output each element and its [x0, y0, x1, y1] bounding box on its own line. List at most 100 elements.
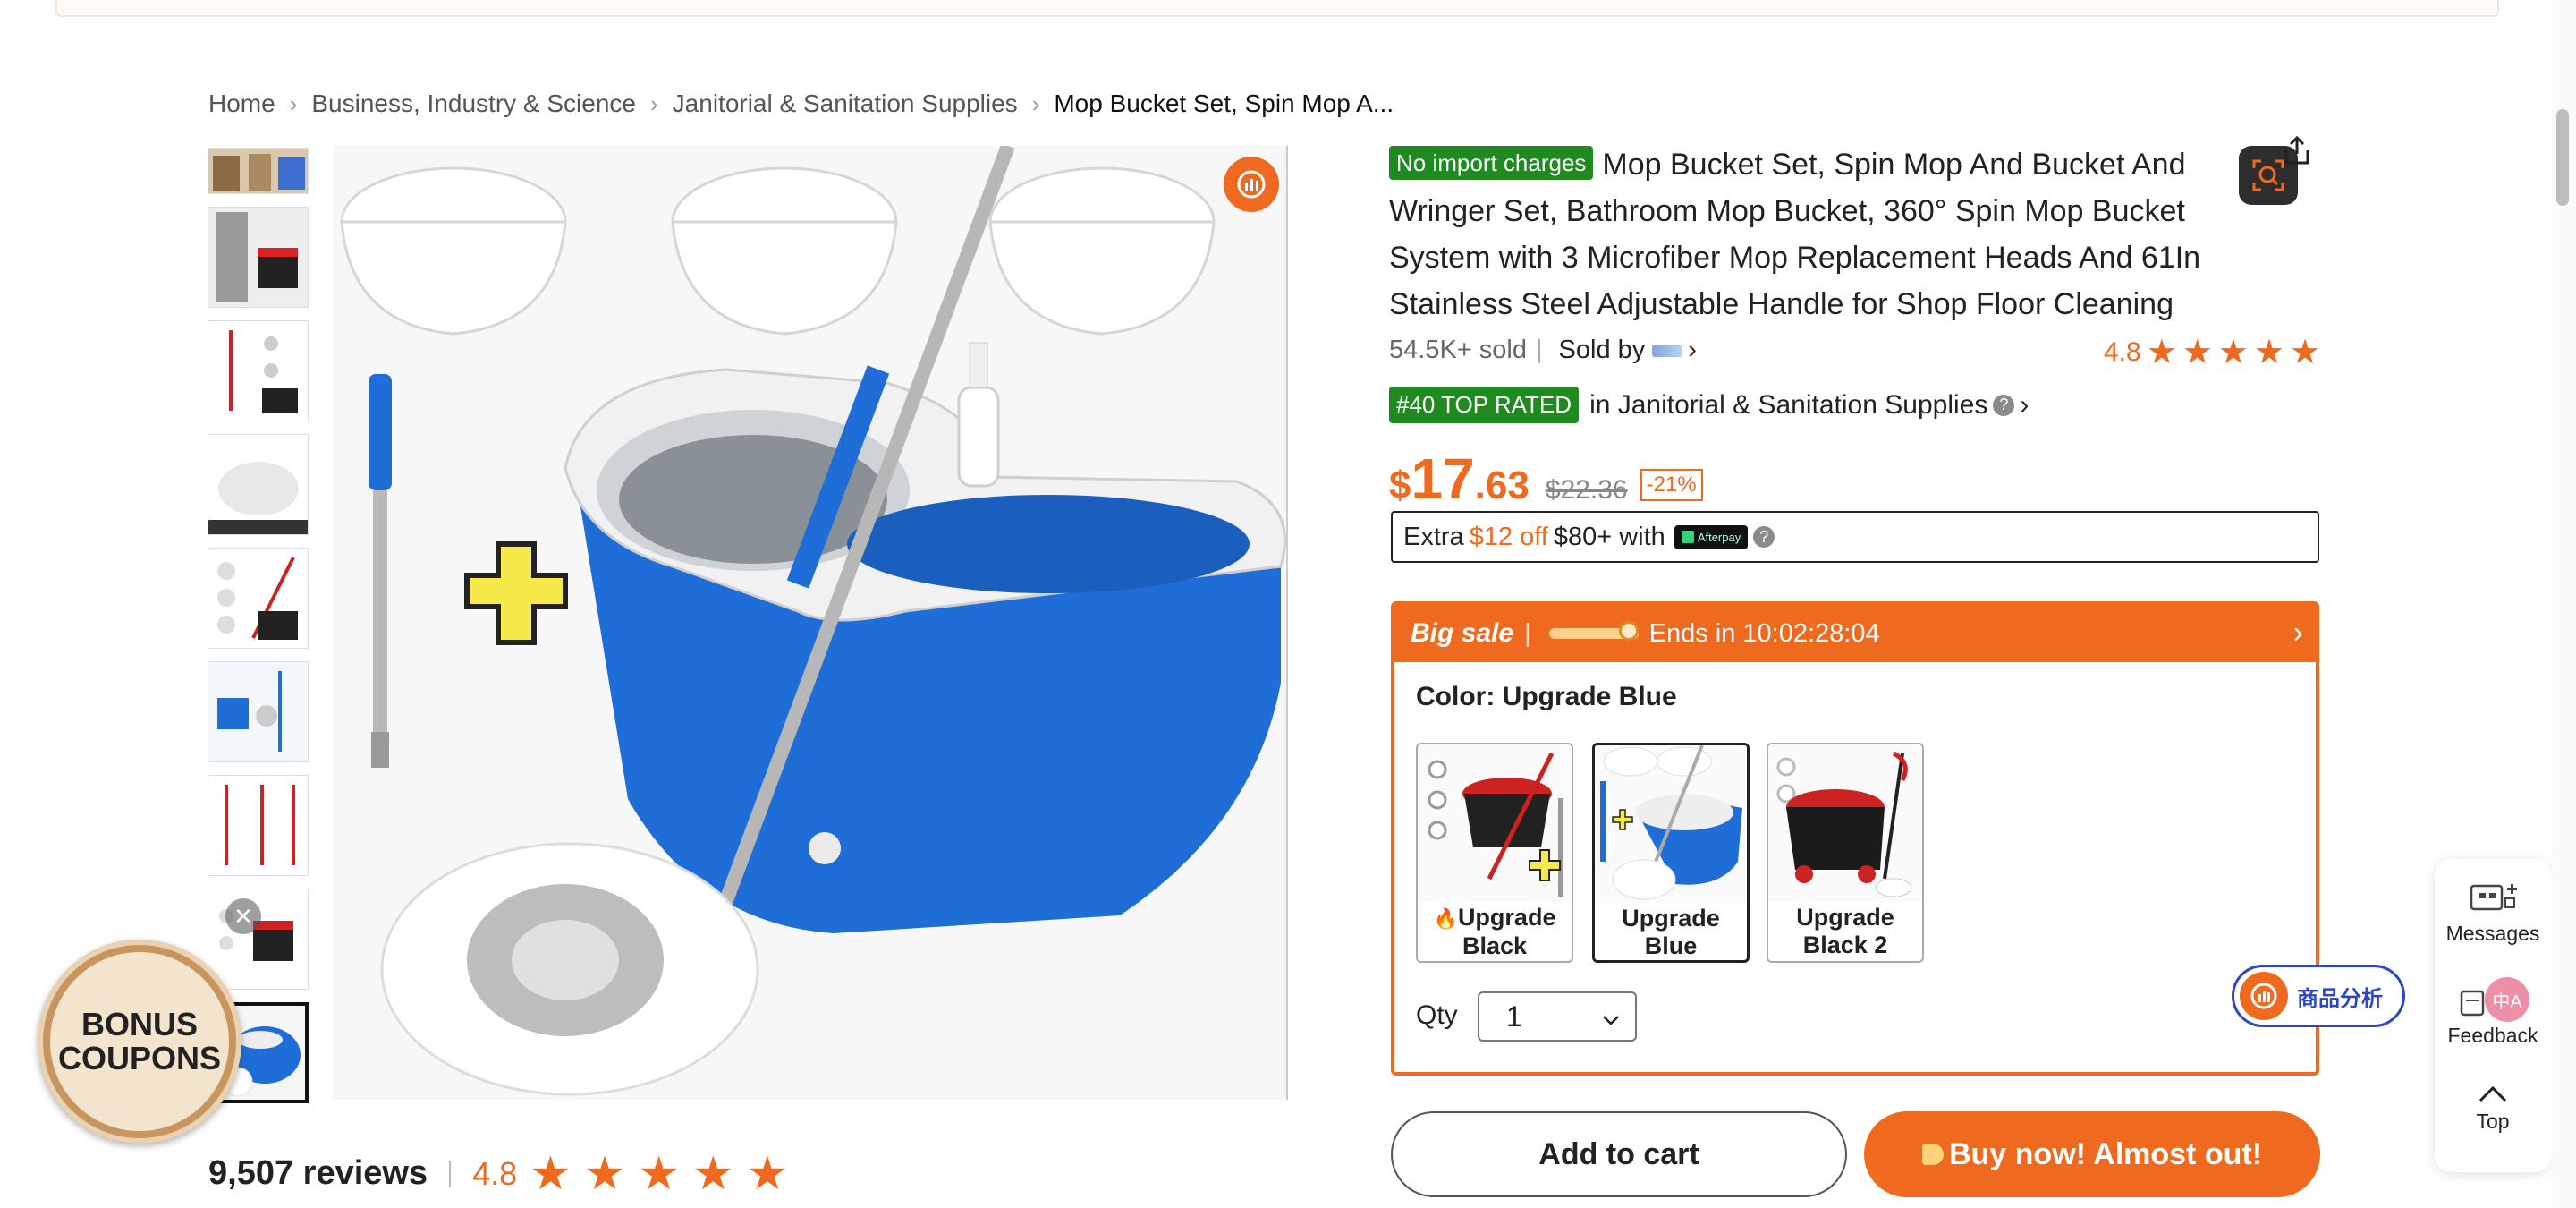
help-icon[interactable]: ?: [1993, 394, 2015, 416]
top-banner-strip: [55, 0, 2499, 17]
chevron-right-icon: ›: [2020, 389, 2029, 420]
chevron-right-icon[interactable]: ›: [2293, 616, 2303, 651]
color-option-label: Upgrade Blue: [1622, 905, 1720, 959]
star-icon: ★: [746, 1147, 789, 1200]
thumbnail-7[interactable]: [208, 775, 309, 876]
no-import-charges-badge: No import charges: [1389, 146, 1594, 180]
top-label: Top: [2476, 1110, 2510, 1133]
color-option-upgrade-black-2[interactable]: Upgrade Black 2: [1767, 743, 1924, 963]
chevron-right-icon: ›: [650, 89, 658, 117]
color-option-label: 🔥Upgrade Black: [1418, 902, 1572, 960]
chevron-right-icon[interactable]: ›: [1688, 336, 1697, 365]
flame-icon: 🔥: [1433, 907, 1458, 930]
color-label: Color: Upgrade Blue: [1416, 682, 1677, 711]
messages-icon: [2470, 884, 2517, 911]
color-option-image: [1595, 745, 1747, 903]
afterpay-threshold: $80+ with: [1553, 522, 1665, 551]
translate-icon[interactable]: 中A: [2485, 977, 2529, 1022]
thumbnail-list: [208, 148, 310, 1116]
discount-badge: -21%: [1640, 469, 1703, 501]
breadcrumb-home[interactable]: Home: [208, 89, 275, 118]
sold-by-label: Sold by: [1558, 336, 1646, 364]
star-icon: ★: [2290, 334, 2321, 371]
thumbnail-3[interactable]: [208, 320, 309, 421]
scrollbar-thumb[interactable]: [2556, 109, 2569, 206]
star-icon: ★: [2253, 334, 2285, 371]
top-rated-category: in Janitorial & Sanitation Supplies: [1589, 389, 1988, 420]
star-icon: ★: [583, 1147, 626, 1200]
chevron-right-icon: ›: [1031, 89, 1040, 117]
sale-progress-knob: [1618, 621, 1639, 641]
thumbnail-4[interactable]: [208, 434, 309, 535]
sold-line: 54.5K+ sold | Sold by ›: [1389, 336, 1697, 365]
rating-summary-top[interactable]: 4.8 ★ ★ ★ ★ ★: [2104, 336, 2320, 370]
original-price: $22.36: [1545, 475, 1628, 505]
qty-label: Qty: [1416, 1000, 1458, 1030]
feedback-button[interactable]: 中A Feedback: [2435, 977, 2551, 1048]
back-to-top-button[interactable]: Top: [2435, 1083, 2551, 1134]
color-option-text: Upgrade Black: [1457, 904, 1556, 959]
chevron-right-icon: ›: [289, 89, 298, 117]
breadcrumb-current: Mop Bucket Set, Spin Mop A...: [1054, 89, 1394, 117]
seller-logo-icon[interactable]: [1652, 344, 1683, 357]
afterpay-logo-text: Afterpay: [1697, 530, 1741, 544]
thumbnail-5[interactable]: [208, 548, 309, 649]
reviews-summary[interactable]: 9,507 reviews 4.8 ★ ★ ★ ★ ★: [208, 1147, 789, 1200]
breadcrumb: Home › Business, Industry & Science › Ja…: [208, 89, 1394, 118]
page-scrollbar[interactable]: [2551, 0, 2576, 1208]
review-count: 9,507 reviews: [208, 1154, 428, 1192]
color-option-label: Upgrade Black 2: [1796, 904, 1894, 958]
buy-now-label: Buy now! Almost out!: [1948, 1136, 2263, 1171]
product-analysis-button[interactable]: 商品分析: [2232, 965, 2405, 1027]
thumbnail-2[interactable]: [208, 207, 309, 308]
star-icon: ★: [2146, 334, 2177, 371]
afterpay-logo: Afterpay: [1674, 524, 1749, 549]
feedback-label: Feedback: [2447, 1024, 2538, 1047]
messages-label: Messages: [2445, 922, 2540, 945]
star-icon: ★: [2217, 334, 2249, 371]
close-icon[interactable]: ✕: [225, 898, 261, 934]
color-option-image: [1768, 744, 1922, 902]
thumbnail-6[interactable]: [208, 661, 309, 762]
breadcrumb-business[interactable]: Business, Industry & Science: [311, 89, 636, 118]
price-currency: $: [1389, 464, 1411, 507]
share-icon[interactable]: [2281, 134, 2313, 166]
qty-select[interactable]: 1: [1478, 991, 1637, 1042]
price-block: $ 17 .63 $22.36 -21%: [1389, 446, 1703, 512]
star-icon: ★: [2182, 334, 2213, 371]
afterpay-mark-icon: [1681, 531, 1694, 543]
chevron-down-icon: [1601, 1000, 1621, 1034]
review-rating: 4.8: [472, 1154, 518, 1192]
tag-icon: [1921, 1144, 1944, 1165]
add-to-cart-button[interactable]: Add to cart: [1391, 1111, 1847, 1197]
color-option-upgrade-black[interactable]: 🔥Upgrade Black: [1416, 743, 1573, 963]
breadcrumb-janitorial[interactable]: Janitorial & Sanitation Supplies: [673, 89, 1018, 118]
price-integer: 17: [1411, 447, 1475, 511]
afterpay-amount: $12 off: [1469, 522, 1548, 551]
bonus-coupons-badge[interactable]: BONUS COUPONS: [38, 940, 242, 1144]
messages-button[interactable]: Messages: [2435, 880, 2551, 946]
qty-value: 1: [1506, 1000, 1522, 1033]
product-title-block: No import charges Mop Bucket Set, Spin Mo…: [1389, 141, 2239, 328]
top-rated-row[interactable]: #40 TOP RATED in Janitorial & Sanitation…: [1389, 387, 2029, 423]
rating-value: 4.8: [2104, 337, 2141, 367]
star-icon: ★: [692, 1147, 734, 1200]
sale-header[interactable]: Big sale | Ends in 10:02:28:04 ›: [1394, 605, 2316, 662]
divider: [449, 1160, 452, 1187]
sale-countdown: Ends in 10:02:28:04: [1648, 618, 1880, 648]
thumbnail-1[interactable]: [208, 148, 309, 194]
color-option-upgrade-blue[interactable]: Upgrade Blue: [1592, 743, 1750, 963]
main-product-image[interactable]: [333, 146, 1288, 1100]
top-rated-badge: #40 TOP RATED: [1389, 387, 1580, 423]
analysis-label: 商品分析: [2297, 986, 2383, 1011]
image-analysis-icon[interactable]: [1224, 157, 1279, 212]
help-icon[interactable]: ?: [1753, 526, 1775, 548]
buy-now-button[interactable]: Buy now! Almost out!: [1864, 1111, 2320, 1197]
afterpay-extra: Extra: [1403, 522, 1464, 551]
color-option-image: [1418, 744, 1572, 902]
afterpay-banner[interactable]: Extra $12 off $80+ with Afterpay ?: [1391, 511, 2319, 563]
bonus-coupons-label: BONUS COUPONS: [50, 952, 229, 1131]
star-icon: ★: [530, 1147, 572, 1200]
thumbnail-8[interactable]: [208, 889, 309, 990]
price-decimal: .63: [1474, 464, 1530, 507]
